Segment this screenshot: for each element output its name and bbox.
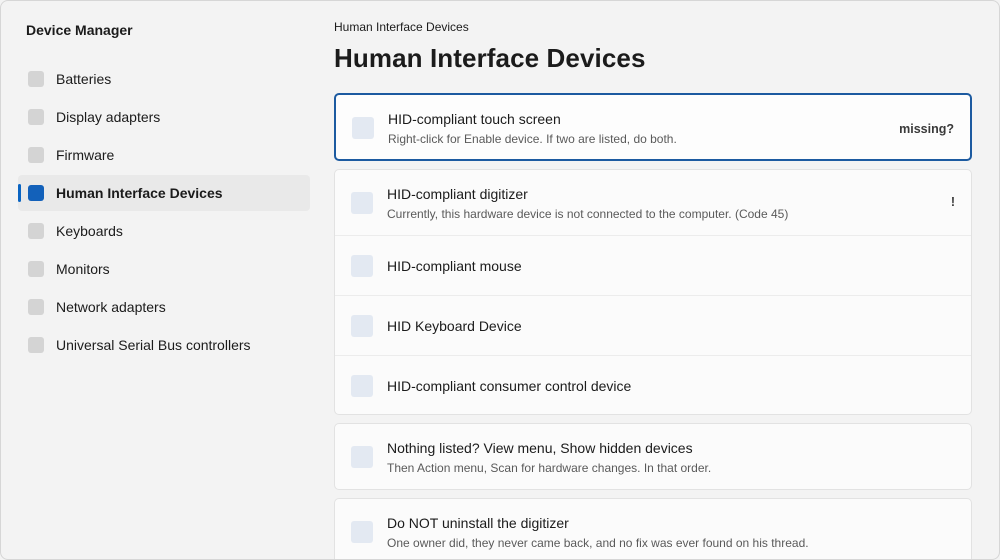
keyboard-icon — [28, 223, 44, 239]
sidebar-item-label: Human Interface Devices — [56, 185, 223, 201]
firmware-icon — [28, 147, 44, 163]
breadcrumb[interactable]: Human Interface Devices — [334, 20, 469, 34]
device-title: HID-compliant consumer control device — [387, 378, 632, 394]
device-row-keyboard[interactable]: HID Keyboard Device — [335, 295, 971, 355]
sidebar-item-label: Firmware — [56, 147, 115, 163]
sidebar-item-usb-controllers[interactable]: Universal Serial Bus controllers — [18, 327, 310, 363]
missing-badge: missing? — [899, 122, 954, 136]
display-adapter-icon — [28, 109, 44, 125]
main-pane: Human Interface Devices Human Interface … — [334, 1, 974, 559]
tip-title: Nothing listed? View menu, Show hidden d… — [387, 440, 693, 456]
sidebar-item-monitors[interactable]: Monitors — [18, 251, 310, 287]
sidebar-item-label: Keyboards — [56, 223, 123, 239]
sidebar-item-label: Display adapters — [56, 109, 161, 125]
sidebar-item-firmware[interactable]: Firmware — [18, 137, 310, 173]
sidebar-item-label: Universal Serial Bus controllers — [56, 337, 251, 353]
device-list: HID-compliant digitizer Currently, this … — [334, 169, 972, 415]
info-icon — [351, 446, 373, 468]
tip-title: Do NOT uninstall the digitizer — [387, 515, 569, 531]
touch-screen-card[interactable]: HID-compliant touch screen Right-click f… — [334, 93, 972, 161]
device-title: HID-compliant digitizer — [387, 186, 528, 202]
hid-icon — [28, 185, 44, 201]
digitizer-icon — [351, 192, 373, 214]
sidebar-item-network-adapters[interactable]: Network adapters — [18, 289, 310, 325]
device-row-consumer-control[interactable]: HID-compliant consumer control device — [335, 355, 971, 414]
device-row-mouse[interactable]: HID-compliant mouse — [335, 235, 971, 295]
consumer-control-icon — [351, 375, 373, 397]
keyboard-device-icon — [351, 315, 373, 337]
tip-subtitle: Then Action menu, Scan for hardware chan… — [387, 461, 712, 475]
device-subtitle: Right-click for Enable device. If two ar… — [388, 132, 677, 146]
device-subtitle: Currently, this hardware device is not c… — [387, 207, 789, 221]
tip-card-hidden-devices: Nothing listed? View menu, Show hidden d… — [334, 423, 972, 490]
sidebar-item-label: Monitors — [56, 261, 110, 277]
sidebar-nav: Batteries Display adapters Firmware Huma… — [18, 61, 310, 365]
mouse-icon — [351, 255, 373, 277]
sidebar-item-display-adapters[interactable]: Display adapters — [18, 99, 310, 135]
warning-badge: ! — [950, 195, 955, 209]
app-title: Device Manager — [26, 22, 133, 38]
battery-icon — [28, 71, 44, 87]
usb-icon — [28, 337, 44, 353]
tip-card-do-not-uninstall: Do NOT uninstall the digitizer One owner… — [334, 498, 972, 559]
device-row-digitizer[interactable]: HID-compliant digitizer Currently, this … — [335, 170, 971, 235]
sidebar-item-label: Batteries — [56, 71, 112, 87]
monitor-icon — [28, 261, 44, 277]
page-title: Human Interface Devices — [334, 43, 646, 73]
network-adapter-icon — [28, 299, 44, 315]
sidebar-item-human-interface-devices[interactable]: Human Interface Devices — [18, 175, 310, 211]
sidebar-item-batteries[interactable]: Batteries — [18, 61, 310, 97]
touch-screen-icon — [352, 117, 374, 139]
warning-icon — [351, 521, 373, 543]
sidebar-item-keyboards[interactable]: Keyboards — [18, 213, 310, 249]
tip-subtitle: One owner did, they never came back, and… — [387, 536, 809, 550]
device-title: HID Keyboard Device — [387, 318, 522, 334]
device-title: HID-compliant mouse — [387, 258, 522, 274]
device-title: HID-compliant touch screen — [388, 111, 561, 127]
sidebar: Device Manager Batteries Display adapter… — [1, 1, 319, 559]
sidebar-item-label: Network adapters — [56, 299, 166, 315]
device-manager-window: Device Manager Batteries Display adapter… — [0, 0, 1000, 560]
